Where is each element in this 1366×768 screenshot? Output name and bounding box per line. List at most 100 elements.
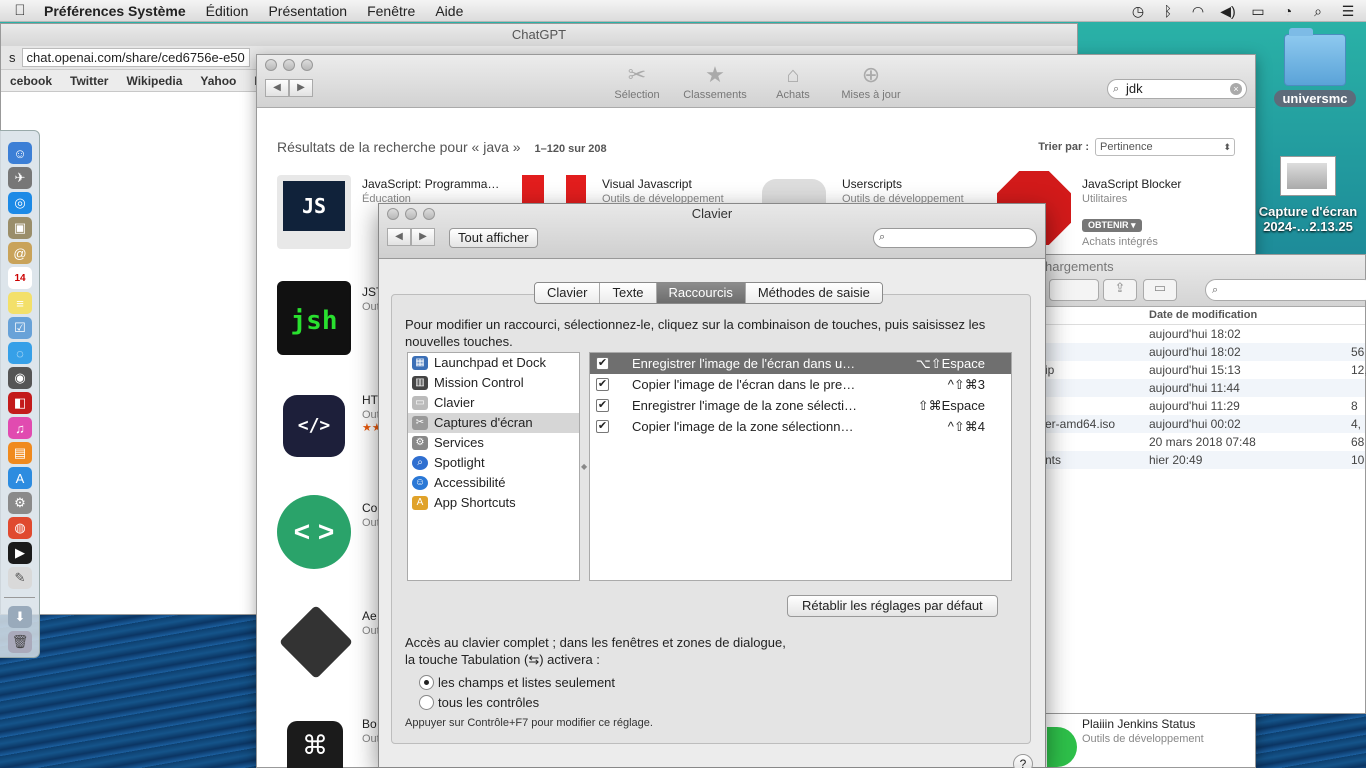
app-item[interactable]: Userscripts Outils de développement	[842, 177, 964, 205]
app-icon-visual-javascript[interactable]	[522, 175, 586, 203]
app-item[interactable]: Visual Javascript Outils de développemen…	[602, 177, 724, 205]
radio-selected-icon[interactable]	[419, 675, 434, 690]
clear-search-icon[interactable]: ×	[1230, 83, 1242, 95]
app-item[interactable]: JavaScript: Programma… Éducation	[362, 177, 499, 205]
category-accessibility[interactable]: ☺ Accessibilité	[408, 473, 579, 493]
shortcut-checkbox[interactable]: ✔	[596, 399, 609, 412]
category-launchpad-dock[interactable]: ▦ Launchpad et Dock	[408, 353, 579, 373]
zoom-button[interactable]	[301, 59, 313, 71]
forward-arrow-icon[interactable]: ▶	[411, 228, 435, 246]
clock-icon[interactable]: ◔	[1280, 3, 1296, 19]
app-icon-javascript[interactable]: JS	[277, 175, 351, 249]
photo-booth-icon[interactable]: ◧	[8, 392, 32, 414]
finder-search-input[interactable]: ⌕	[1205, 279, 1366, 301]
shortcut-row[interactable]: ✔ Enregistrer l'image de la zone sélecti……	[590, 395, 1011, 416]
desktop-folder[interactable]: universmc	[1270, 28, 1360, 107]
launchpad-icon[interactable]: ✈	[8, 167, 32, 189]
tag-icon[interactable]: ▭	[1143, 279, 1177, 301]
view-button[interactable]	[1049, 279, 1099, 301]
notes-icon[interactable]: ≡	[8, 292, 32, 314]
reminders-icon[interactable]: ☑	[8, 317, 32, 339]
app-store-icon[interactable]: A	[8, 467, 32, 489]
tab-achats[interactable]: ⌂ Achats	[761, 61, 825, 101]
forward-arrow-icon[interactable]: ▶	[289, 79, 313, 97]
file-row[interactable]: aujourd'hui 11:44	[1045, 379, 1365, 397]
file-row[interactable]: nts hier 20:49 10	[1045, 451, 1365, 469]
menu-window[interactable]: Fenêtre	[357, 3, 425, 19]
file-row[interactable]: 20 mars 2018 07:48 68	[1045, 433, 1365, 451]
sort-select[interactable]: Pertinence ⬍	[1095, 138, 1235, 156]
radio-fields-lists[interactable]: les champs et listes seulement	[419, 675, 615, 690]
messages-icon[interactable]: ◌	[8, 342, 32, 364]
category-services[interactable]: ⚙ Services	[408, 433, 579, 453]
menu-help[interactable]: Aide	[425, 3, 473, 19]
tab-selection[interactable]: ✂ Sélection	[605, 61, 669, 101]
category-screenshots[interactable]: ✂ Captures d'écran	[408, 413, 579, 433]
shortcut-checkbox[interactable]: ✔	[596, 420, 609, 433]
category-spotlight[interactable]: ⌕ Spotlight	[408, 453, 579, 473]
tab-raccourcis[interactable]: Raccourcis	[656, 283, 746, 303]
bookmark-yahoo[interactable]: Yahoo	[191, 74, 245, 88]
shortcut-row[interactable]: ✔ Copier l'image de la zone sélectionn… ^⇧…	[590, 416, 1011, 437]
finder-icon[interactable]: ☺	[8, 142, 32, 164]
menu-app-name[interactable]: Préférences Système	[40, 3, 196, 19]
category-mission-control[interactable]: ▥ Mission Control	[408, 373, 579, 393]
radio-unselected-icon[interactable]	[419, 695, 434, 710]
bookmark-twitter[interactable]: Twitter	[61, 74, 117, 88]
shortcut-keys[interactable]: ^⇧⌘4	[948, 416, 985, 437]
shortcut-keys[interactable]: ^⇧⌘3	[948, 374, 985, 395]
textedit-icon[interactable]: ✎	[8, 567, 32, 589]
shortcut-row[interactable]: ✔ Copier l'image de l'écran dans le pre… ^…	[590, 374, 1011, 395]
tab-updates[interactable]: ⊕ Mises à jour	[839, 61, 903, 101]
calendar-icon[interactable]: 14	[8, 267, 32, 289]
downloads-stack-icon[interactable]: ⬇	[8, 606, 32, 628]
bluetooth-icon[interactable]: ᛒ	[1160, 3, 1176, 19]
shortcut-keys[interactable]: ⌥⇧Espace	[916, 353, 985, 374]
ibooks-icon[interactable]: ▤	[8, 442, 32, 464]
wifi-icon[interactable]: ◠	[1190, 3, 1206, 20]
bookmark-facebook[interactable]: cebook	[1, 74, 61, 88]
back-arrow-icon[interactable]: ◀	[387, 228, 411, 246]
shortcut-checkbox[interactable]: ✔	[596, 357, 609, 370]
notification-center-icon[interactable]: ☰	[1340, 3, 1356, 20]
show-all-button[interactable]: Tout afficher	[449, 228, 538, 248]
minimize-button[interactable]	[283, 59, 295, 71]
app-icon-jenkins[interactable]	[1047, 727, 1077, 767]
shortcut-row[interactable]: ✔ Enregistrer l'image de l'écran dans u… ⌥…	[590, 353, 1011, 374]
time-machine-icon[interactable]: ◷	[1130, 3, 1146, 20]
terminal-icon[interactable]: ▶	[8, 542, 32, 564]
file-row[interactable]: aujourd'hui 18:02 56	[1045, 343, 1365, 361]
apple-menu-icon[interactable]: 	[0, 2, 40, 19]
share-icon[interactable]: ⇪	[1103, 279, 1137, 301]
close-button[interactable]	[265, 59, 277, 71]
app-icon-html[interactable]: </>	[283, 395, 345, 457]
radio-all-controls[interactable]: tous les contrôles	[419, 695, 539, 710]
app-icon-userscripts[interactable]	[762, 179, 826, 203]
help-button[interactable]: ?	[1013, 754, 1033, 768]
desktop-screenshot-file[interactable]: Capture d'écran 2024-…2.13.25	[1250, 156, 1366, 234]
app-icon-code[interactable]: < >	[277, 495, 351, 569]
facetime-icon[interactable]: ◉	[8, 367, 32, 389]
url-field[interactable]: chat.openai.com/share/ced6756e-e50	[21, 48, 250, 67]
file-row[interactable]: aujourd'hui 11:29 8	[1045, 397, 1365, 415]
file-row[interactable]: er-amd64.iso aujourd'hui 00:02 4,	[1045, 415, 1365, 433]
chrome-icon[interactable]: ◍	[8, 517, 32, 539]
system-preferences-icon[interactable]: ⚙	[8, 492, 32, 514]
safari-icon[interactable]: ◎	[8, 192, 32, 214]
menu-presentation[interactable]: Présentation	[258, 3, 357, 19]
bookmark-wikipedia[interactable]: Wikipedia	[117, 74, 191, 88]
tab-methodes-saisie[interactable]: Méthodes de saisie	[745, 283, 882, 303]
contacts-icon[interactable]: @	[8, 242, 32, 264]
tab-texte[interactable]: Texte	[600, 283, 657, 303]
back-arrow-icon[interactable]: ◀	[265, 79, 289, 97]
shortcut-checkbox[interactable]: ✔	[596, 378, 609, 391]
preview-icon[interactable]: ▣	[8, 217, 32, 239]
prefs-search-input[interactable]: ⌕	[873, 228, 1037, 248]
file-row[interactable]: aujourd'hui 18:02	[1045, 325, 1365, 343]
volume-icon[interactable]: ◀)	[1220, 3, 1236, 20]
menu-edition[interactable]: Édition	[196, 3, 259, 19]
tab-classements[interactable]: ★ Classements	[683, 61, 747, 101]
app-icon-layers[interactable]	[278, 604, 354, 680]
store-search-input[interactable]: ⌕ jdk ×	[1107, 79, 1247, 99]
trash-icon[interactable]: 🗑	[8, 631, 32, 653]
